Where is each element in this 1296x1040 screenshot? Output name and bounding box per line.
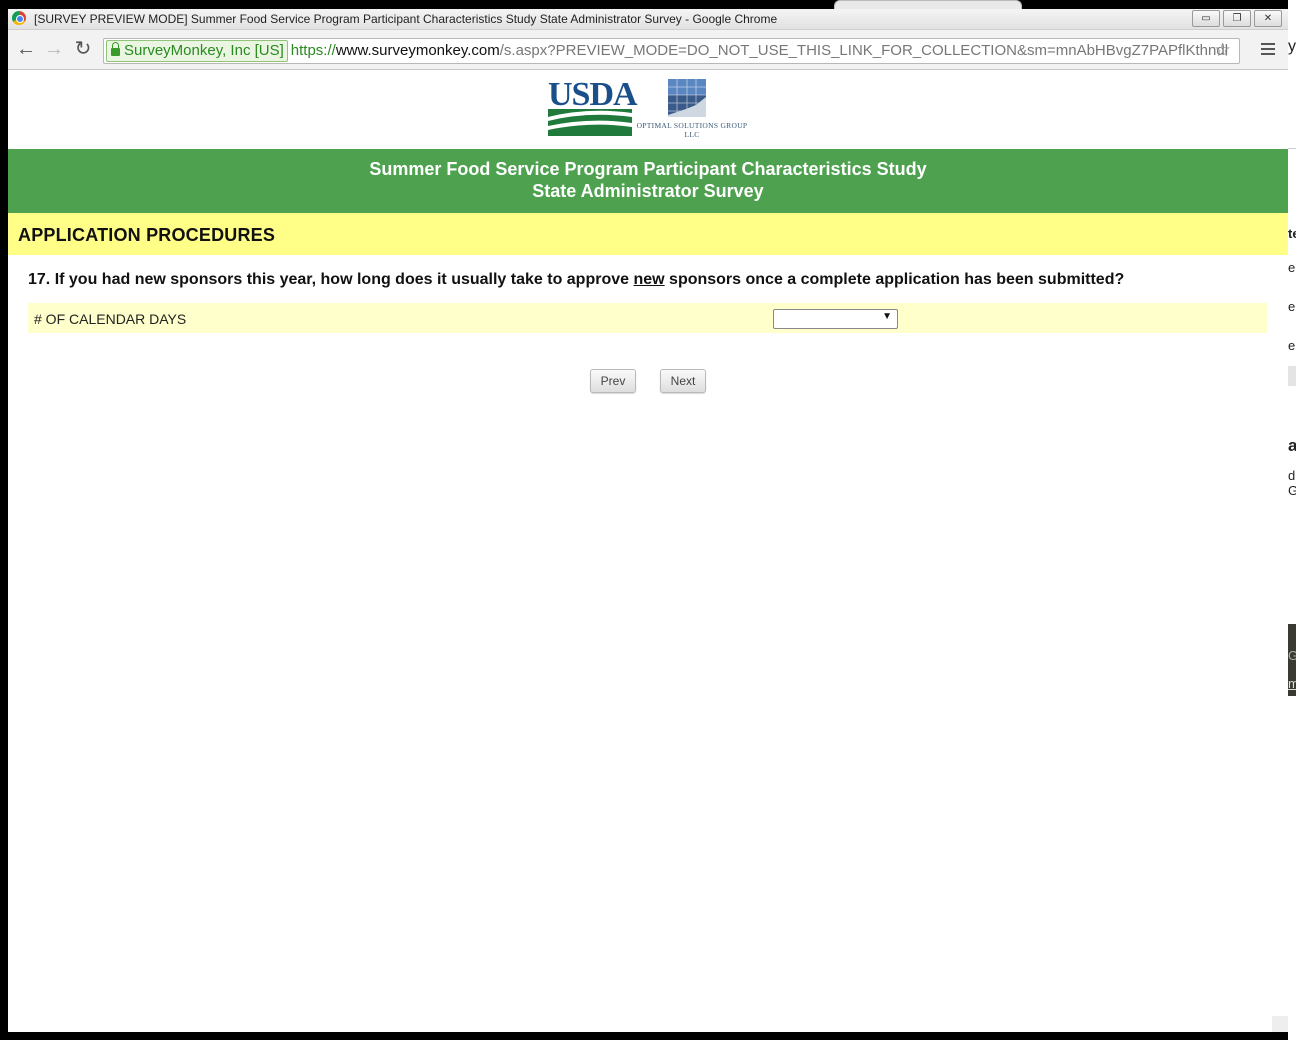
- logo-area: USDA OPTIMAL SOLUTIONS GROUP LLC: [548, 78, 748, 139]
- reload-icon[interactable]: ↻: [71, 38, 95, 62]
- chrome-window: [SURVEY PREVIEW MODE] Summer Food Servic…: [8, 9, 1288, 1032]
- lock-icon: [111, 42, 120, 56]
- dropdown-arrow-icon: ▼: [882, 311, 892, 322]
- window-title: [SURVEY PREVIEW MODE] Summer Food Servic…: [34, 12, 778, 26]
- address-bar[interactable]: SurveyMonkey, Inc [US] https://www.survey…: [103, 38, 1240, 64]
- background-text: G: [1288, 483, 1296, 498]
- background-text: G: [1288, 648, 1296, 663]
- scrollbar-corner: [1272, 1016, 1288, 1032]
- restore-button[interactable]: ❐: [1223, 10, 1251, 27]
- background-window-right: y te er er er a d G G m: [1288, 0, 1296, 1040]
- survey-page: USDA OPTIMAL SOLUTIONS GROUP LLC Summer …: [8, 70, 1288, 1032]
- optimal-solutions-logo: OPTIMAL SOLUTIONS GROUP LLC: [636, 79, 748, 139]
- question-emphasis: new: [633, 271, 665, 288]
- background-text: er: [1288, 338, 1296, 353]
- background-text: a: [1288, 436, 1296, 455]
- chrome-logo-icon: [12, 11, 26, 25]
- background-text: m: [1288, 676, 1296, 691]
- osg-logo-graphic: [668, 79, 706, 117]
- url-scheme: https://: [290, 42, 336, 59]
- url-path: /s.aspx?PREVIEW_MODE=DO_NOT_USE_THIS_LIN…: [499, 42, 1229, 59]
- background-text: te: [1288, 226, 1296, 241]
- background-text: y: [1288, 38, 1296, 55]
- background-text: er: [1288, 299, 1296, 314]
- close-button[interactable]: ✕: [1254, 10, 1282, 27]
- survey-subtitle: State Administrator Survey: [532, 181, 764, 201]
- usda-logo: USDA: [548, 78, 638, 136]
- background-text: er: [1288, 260, 1296, 275]
- survey-title: Summer Food Service Program Participant …: [369, 159, 927, 179]
- prev-button[interactable]: Prev: [590, 369, 636, 393]
- browser-toolbar: ← → ↻ SurveyMonkey, Inc [US] https://www.…: [8, 30, 1288, 70]
- minimize-button[interactable]: ▭: [1192, 10, 1220, 27]
- bookmark-star-icon[interactable]: ☆: [1214, 39, 1231, 63]
- next-button[interactable]: Next: [660, 369, 706, 393]
- chrome-menu-icon[interactable]: [1261, 43, 1275, 57]
- answer-row: # OF CALENDAR DAYS ▼: [28, 303, 1267, 333]
- window-controls: ▭ ❐ ✕: [1192, 10, 1282, 27]
- question-text: 17. If you had new sponsors this year, h…: [28, 271, 1125, 288]
- forward-arrow-icon[interactable]: →: [42, 38, 66, 62]
- url-host: www.surveymonkey.com: [335, 42, 500, 59]
- background-text: d: [1288, 468, 1296, 483]
- survey-banner: Summer Food Service Program Participant …: [8, 149, 1288, 213]
- background-top-right: [1022, 0, 1296, 9]
- answer-label: # OF CALENDAR DAYS: [34, 311, 187, 327]
- back-arrow-icon[interactable]: ←: [14, 38, 38, 62]
- calendar-days-dropdown[interactable]: ▼: [773, 309, 898, 329]
- ev-certificate-badge[interactable]: SurveyMonkey, Inc [US]: [106, 40, 288, 62]
- section-header: APPLICATION PROCEDURES: [8, 213, 1288, 255]
- section-title: APPLICATION PROCEDURES: [18, 225, 276, 245]
- title-bar: [SURVEY PREVIEW MODE] Summer Food Servic…: [8, 9, 1288, 30]
- usda-logo-graphic: [548, 109, 632, 136]
